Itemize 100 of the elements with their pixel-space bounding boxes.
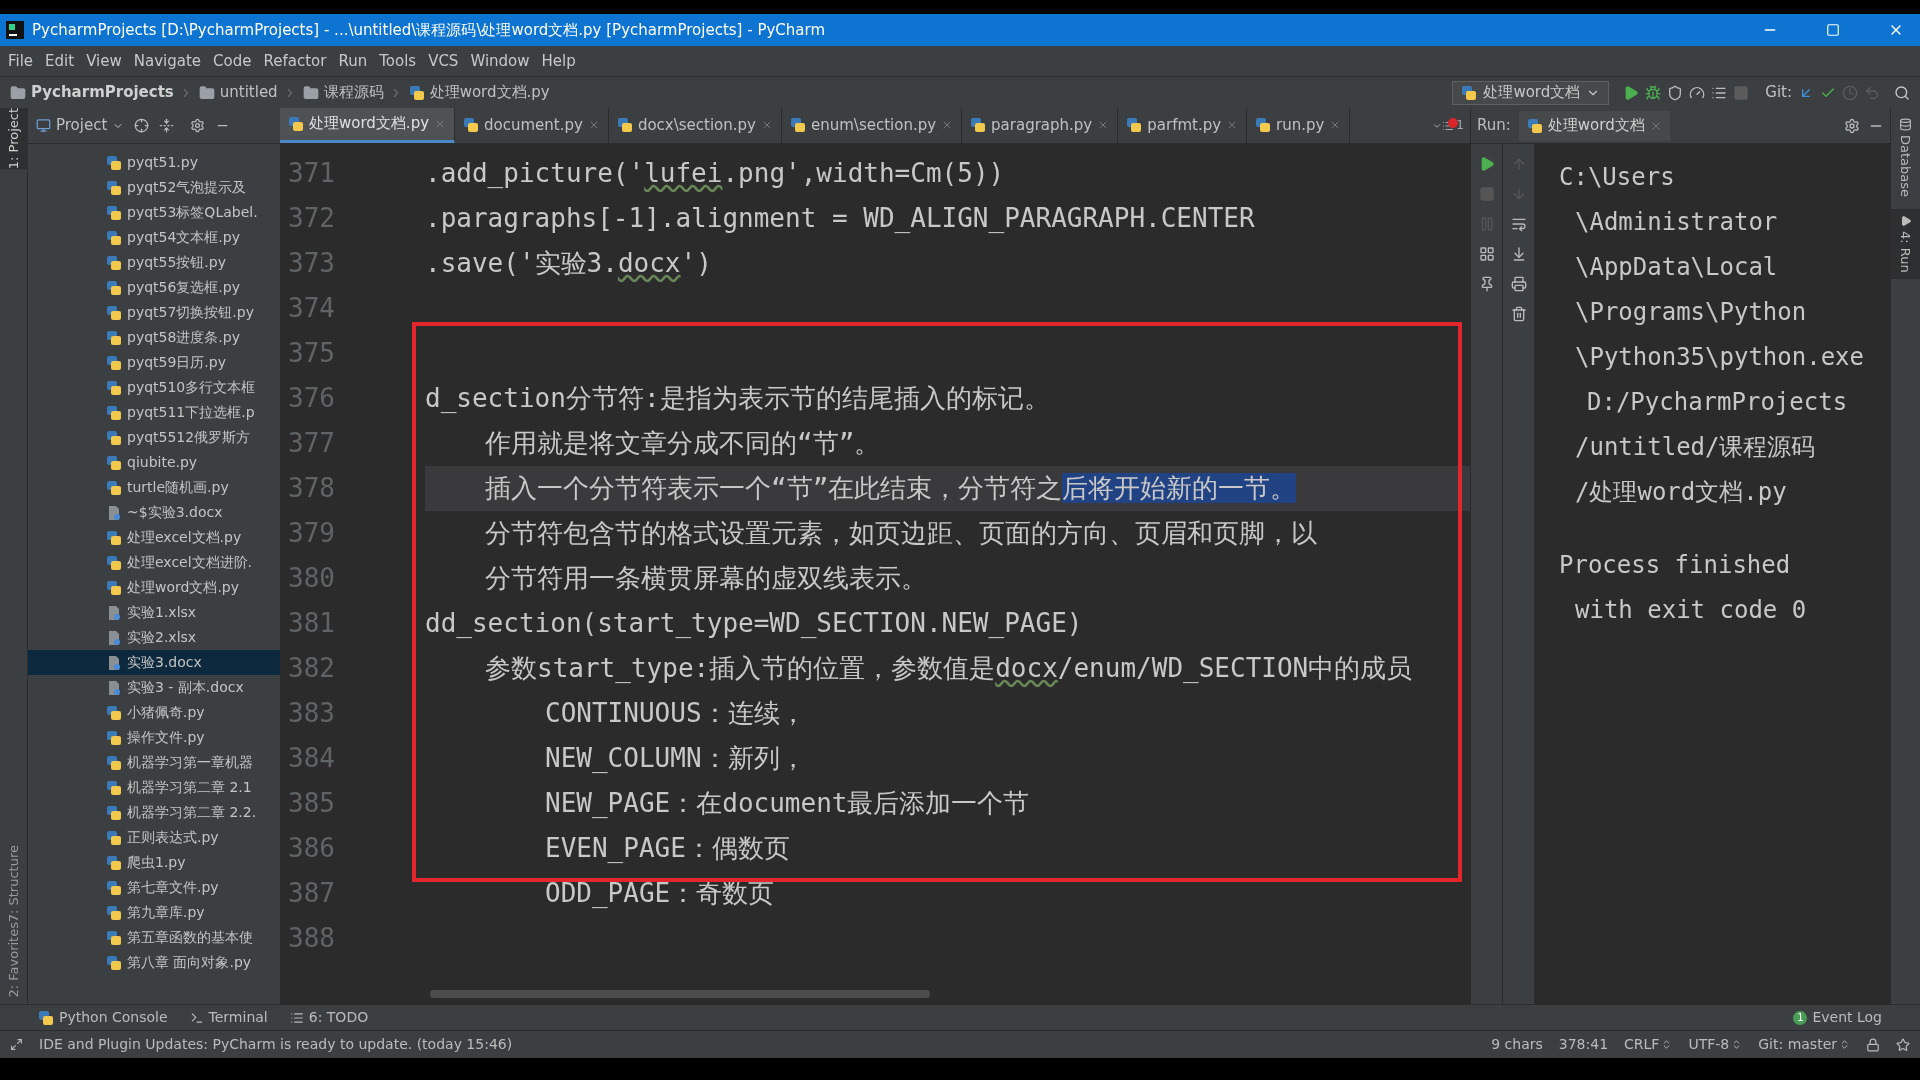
unknown-file-icon — [106, 629, 122, 646]
status-item[interactable]: 378:41 — [1558, 1034, 1609, 1055]
menu-item[interactable]: Run — [332, 49, 374, 73]
code-line: 参数start_type:插入节的位置，参数值是docx/enum/WD_SECTION中的成员 — [485, 652, 1413, 685]
menu-item[interactable]: Refactor — [257, 49, 333, 73]
menu-item[interactable]: File — [2, 49, 40, 73]
file-tree-item[interactable]: pyqt57切换按钮.py — [28, 300, 280, 325]
file-tree-item[interactable]: 第九章库.py — [28, 900, 280, 925]
file-tree-item[interactable]: pyqt56复选框.py — [28, 275, 280, 300]
editor-tab[interactable]: run.py — [1247, 108, 1351, 143]
menu-item[interactable]: Window — [464, 49, 536, 73]
side-tab[interactable]: 2: Favorites — [0, 922, 28, 998]
side-tab[interactable]: 4: Run — [1890, 209, 1920, 279]
console-output-line: with exit code 0 — [1575, 594, 1807, 626]
collapse-icon[interactable] — [159, 118, 175, 133]
editor-tab[interactable]: enum\section.py — [782, 108, 963, 143]
editor-tab[interactable]: 处理word文档.py — [280, 108, 456, 143]
side-tab[interactable]: 1: Project — [0, 108, 28, 170]
status-item[interactable]: Git: master — [1758, 1034, 1850, 1055]
locate-icon[interactable] — [134, 118, 150, 133]
python-file-icon — [1255, 117, 1272, 133]
file-tree-item[interactable]: pyqt55按钮.py — [28, 250, 280, 275]
horizontal-scrollbar[interactable] — [430, 990, 930, 998]
side-tab[interactable]: 7: Structure — [0, 845, 28, 923]
file-tree-item[interactable]: 处理excel文档.py — [28, 525, 280, 550]
run-icon[interactable] — [1623, 84, 1640, 101]
file-tree-item[interactable]: 操作文件.py — [28, 725, 280, 750]
settings-icon[interactable] — [1844, 117, 1860, 134]
file-tree-item[interactable]: 实验2.xlsx — [28, 625, 280, 650]
editor-tab[interactable]: parfmt.py — [1118, 108, 1248, 143]
file-tree-item[interactable]: turtle随机画.py — [28, 475, 280, 500]
status-item[interactable]: UTF-8 — [1688, 1034, 1743, 1055]
layout-icon[interactable] — [1478, 246, 1495, 262]
project-view-dropdown[interactable]: Project — [36, 114, 125, 137]
menu-item[interactable]: Edit — [39, 49, 81, 73]
file-tree-item[interactable]: 小猪佩奇.py — [28, 700, 280, 725]
breadcrumb[interactable]: untitled — [219, 81, 278, 104]
close-icon[interactable] — [761, 119, 773, 131]
file-tree-item[interactable]: pyqt58进度条.py — [28, 325, 280, 350]
file-tree-item[interactable]: pyqt51.py — [28, 150, 280, 175]
editor-tab[interactable]: docx\section.py — [608, 108, 782, 143]
editor-tab[interactable]: document.py — [455, 108, 609, 143]
status-item[interactable]: 9 chars — [1491, 1034, 1543, 1055]
editor-tab[interactable]: paragraph.py — [962, 108, 1119, 143]
folder-icon — [198, 84, 215, 101]
file-tree-item[interactable]: 爬虫1.py — [28, 850, 280, 875]
breadcrumb[interactable]: 处理word文档.py — [429, 81, 550, 104]
menu-item[interactable]: Navigate — [127, 49, 208, 73]
tool-window-tab[interactable]: Terminal — [189, 1007, 268, 1028]
file-tree-item[interactable]: 第八章 面向对象.py — [28, 950, 280, 975]
file-tree-item[interactable]: 机器学习第二章 2.2. — [28, 800, 280, 825]
status-item[interactable]: CRLF — [1624, 1034, 1673, 1055]
tool-window-tab[interactable]: Python Console — [38, 1007, 168, 1028]
window-title: PycharmProjects [D:\PycharmProjects] - ...\untitled\课程源码\处理word文档.py [PycharmProjects] - PyCharm — [32, 19, 826, 41]
python-console-icon — [38, 1009, 54, 1026]
file-tree-item[interactable]: pyqt511下拉选框.p — [28, 400, 280, 425]
trash-icon[interactable] — [1510, 306, 1527, 322]
lock-icon[interactable] — [1866, 1037, 1880, 1052]
file-tree-item[interactable]: 第五章函数的基本使 — [28, 925, 280, 950]
status-message[interactable]: IDE and Plugin Updates: PyCharm is ready to update. (today 15:46) — [39, 1034, 513, 1055]
file-tree-item[interactable]: pyqt510多行文本框 — [28, 375, 280, 400]
maximize-icon[interactable] — [1826, 23, 1840, 37]
file-tree-item[interactable]: pyqt53标签QLabel. — [28, 200, 280, 225]
soft-wrap-icon[interactable] — [1510, 216, 1527, 232]
side-tab[interactable]: Database — [1890, 112, 1920, 204]
settings-icon[interactable] — [190, 118, 206, 133]
breadcrumb[interactable]: PycharmProjects — [31, 81, 174, 104]
run-tab[interactable]: 处理word文档 — [1518, 110, 1670, 141]
file-tree-item[interactable]: 第七章文件.py — [28, 875, 280, 900]
tab-overflow-count[interactable]: 1 — [1454, 108, 1470, 143]
file-tree-item[interactable]: 机器学习第一章机器 — [28, 750, 280, 775]
file-tree-item[interactable]: 实验3.docx — [28, 650, 280, 675]
file-tree-item[interactable]: 正则表达式.py — [28, 825, 280, 850]
file-tree-item[interactable]: 机器学习第二章 2.1 — [28, 775, 280, 800]
tool-window-tab[interactable]: 6: TODO — [289, 1007, 369, 1028]
menu-item[interactable]: View — [80, 49, 128, 73]
debug-icon[interactable] — [1645, 84, 1662, 101]
file-tree-item[interactable]: pyqt5512俄罗斯方 — [28, 425, 280, 450]
print-icon[interactable] — [1510, 276, 1527, 292]
line-number: 378 — [280, 466, 425, 511]
console-output-line: \AppData\Local — [1575, 251, 1778, 283]
file-tree-item[interactable]: 实验3 - 副本.docx — [28, 675, 280, 700]
file-tree-item[interactable]: pyqt59日历.py — [28, 350, 280, 375]
python-file-icon — [106, 479, 122, 496]
menu-item[interactable]: Tools — [373, 49, 423, 73]
file-tree-item[interactable]: qiubite.py — [28, 450, 280, 475]
breadcrumb[interactable]: 课程源码 — [323, 81, 384, 104]
search-icon[interactable] — [1894, 84, 1910, 101]
file-tree-item[interactable]: 处理excel文档进阶. — [28, 550, 280, 575]
file-tree-item[interactable]: ~$实验3.docx — [28, 500, 280, 525]
file-tree-item[interactable]: 处理word文档.py — [28, 575, 280, 600]
menu-item[interactable]: Help — [535, 49, 582, 73]
python-file-icon — [106, 204, 122, 221]
file-tree-item[interactable]: pyqt52气泡提示及 — [28, 175, 280, 200]
event-log-tab[interactable]: 1 Event Log — [1793, 1007, 1882, 1028]
file-tree-item[interactable]: 实验1.xlsx — [28, 600, 280, 625]
file-tree-item[interactable]: pyqt54文本框.py — [28, 225, 280, 250]
menu-item[interactable]: VCS — [422, 49, 465, 73]
run-config-dropdown[interactable]: 处理word文档 — [1452, 80, 1610, 105]
menu-item[interactable]: Code — [207, 49, 258, 73]
